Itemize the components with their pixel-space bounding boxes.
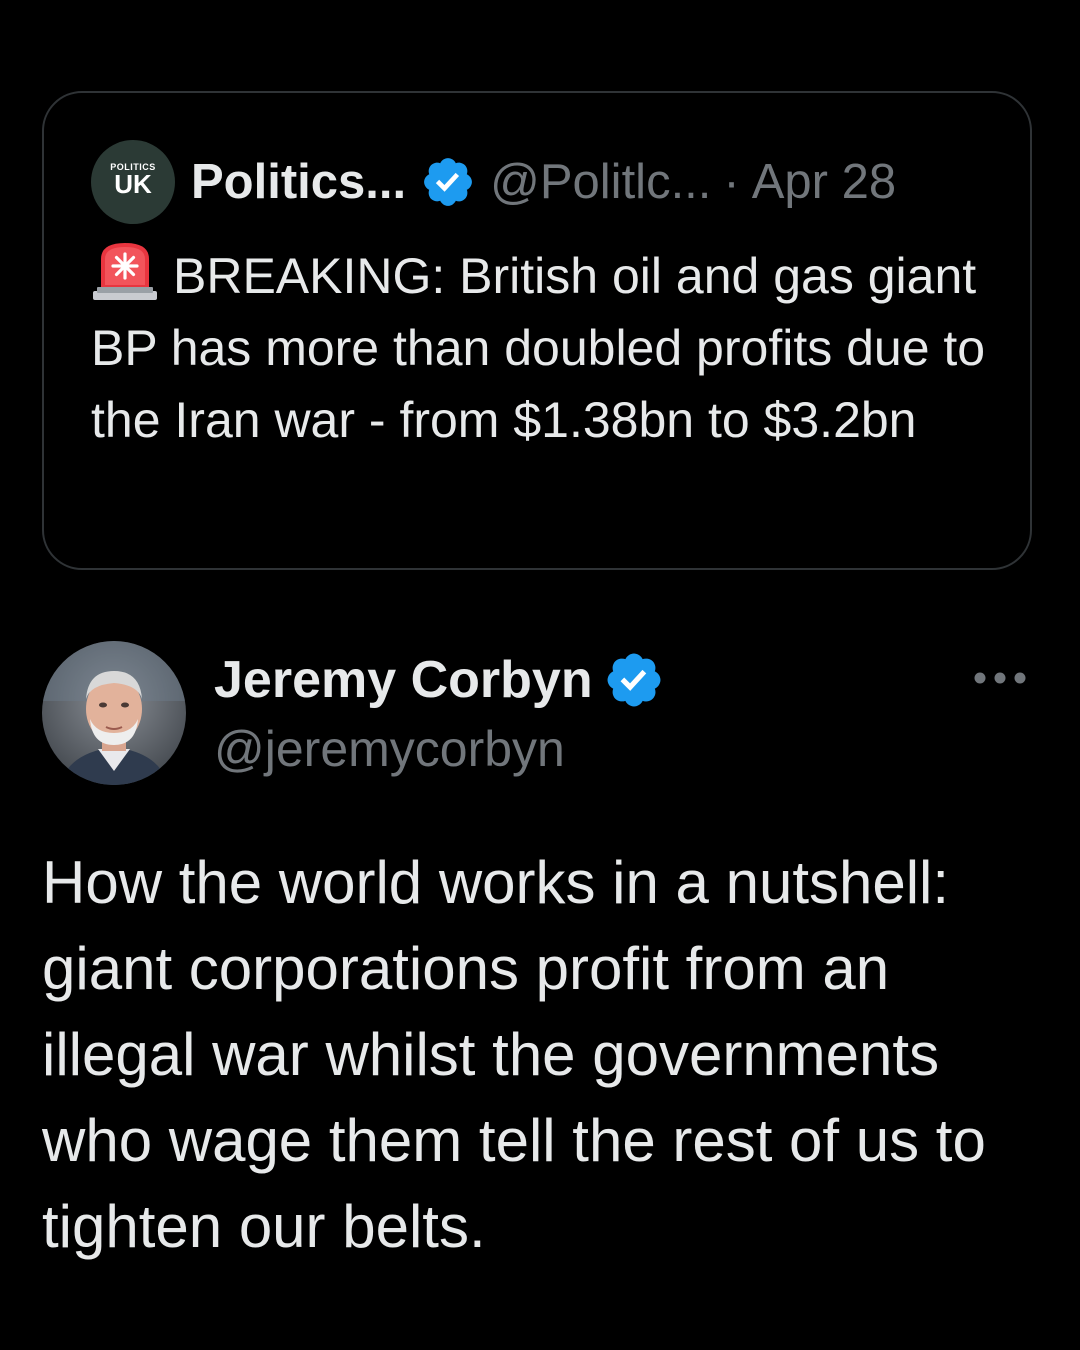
siren-emoji-icon	[91, 241, 159, 301]
verified-badge-icon	[603, 649, 665, 711]
author-name-row: Jeremy Corbyn	[214, 648, 665, 712]
quoted-tweet-date[interactable]: Apr 28	[752, 154, 896, 210]
more-dots-icon	[972, 671, 1028, 690]
quoted-tweet-body: BREAKING: British oil and gas giant BP h…	[91, 240, 991, 456]
quoted-tweet-header: POLITICS UK Politics... @Politlc... · Ap…	[91, 139, 896, 225]
quoted-tweet-card[interactable]: POLITICS UK Politics... @Politlc... · Ap…	[42, 91, 1032, 570]
author-handle[interactable]: @jeremycorbyn	[214, 720, 565, 778]
header-separator: ·	[723, 155, 740, 209]
tweet-text: How the world works in a nutshell: giant…	[42, 849, 986, 1260]
quoted-author-avatar[interactable]: POLITICS UK	[91, 140, 175, 224]
quoted-author-name[interactable]: Politics...	[191, 154, 406, 210]
more-options-button[interactable]	[968, 660, 1032, 700]
avatar-logo-big-text: UK	[114, 169, 152, 199]
author-name[interactable]: Jeremy Corbyn	[214, 650, 593, 710]
verified-badge-icon	[420, 154, 476, 210]
quoted-tweet-text: BREAKING: British oil and gas giant BP h…	[91, 248, 986, 448]
author-avatar[interactable]	[42, 641, 186, 785]
quoted-author-handle[interactable]: @Politlc...	[490, 154, 711, 210]
